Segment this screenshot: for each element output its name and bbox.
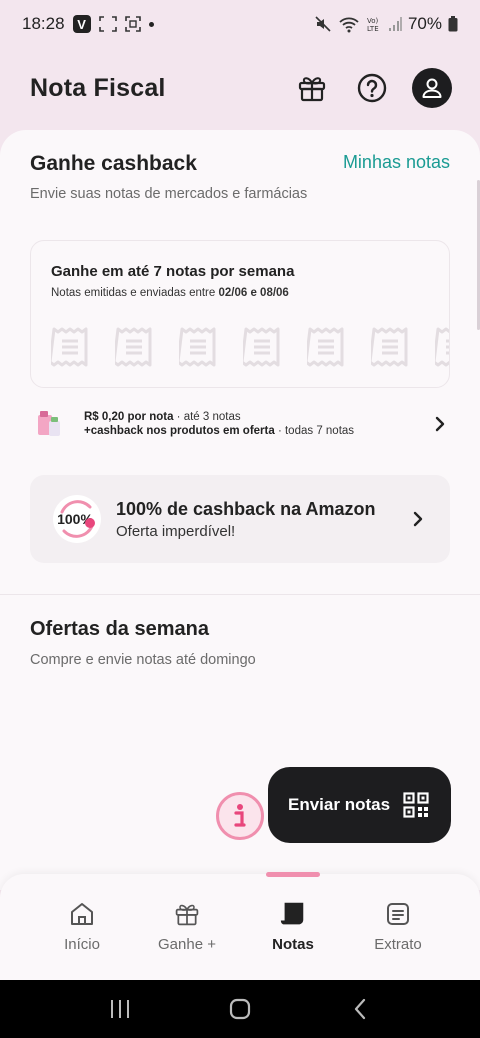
gift-icon <box>173 900 201 928</box>
send-notes-label: Enviar notas <box>288 795 391 814</box>
promo-offer-limit: · todas 7 notas <box>274 425 355 437</box>
receipt-icon <box>115 327 152 367</box>
qr-code-icon <box>403 792 429 818</box>
nav-label-extrato: Extrato <box>374 936 422 953</box>
chevron-right-icon <box>408 509 428 529</box>
week-card-subtitle: Notas emitidas e enviadas entre 02/06 e … <box>51 287 289 299</box>
gift-icon <box>298 77 326 102</box>
statement-icon <box>384 900 412 928</box>
signal-icon <box>388 16 402 32</box>
app-header: Nota Fiscal <box>0 48 480 128</box>
back-icon <box>354 998 366 1020</box>
scan-icon <box>124 16 141 32</box>
receipt-icon <box>435 327 449 367</box>
cashback-100-badge-icon: 100% <box>53 495 101 543</box>
amazon-offer-title: 100% de cashback na Amazon <box>116 498 376 519</box>
recents-icon <box>111 1000 129 1018</box>
week-card-date-range: 02/06 e 08/06 <box>218 287 289 299</box>
amazon-offer-card[interactable]: 100% 100% de cashback na Amazon Oferta i… <box>30 475 450 563</box>
cashback-title: Ganhe cashback <box>30 152 197 175</box>
week-card-title: Ganhe em até 7 notas por semana <box>51 263 295 280</box>
help-button[interactable] <box>352 68 392 108</box>
offers-subtitle: Compre e envie notas até domingo <box>30 652 256 668</box>
amazon-offer-subtitle: Oferta imperdível! <box>116 522 236 540</box>
cashback-subtitle: Envie suas notas de mercados e farmácias <box>30 186 308 202</box>
back-button[interactable] <box>345 994 375 1024</box>
screenshot-icon <box>98 16 117 32</box>
nav-item-extrato[interactable]: Extrato <box>346 900 450 953</box>
receipt-icon <box>51 327 88 367</box>
nav-label-ganhe: Ganhe + <box>158 936 216 953</box>
gift-button[interactable] <box>292 68 332 108</box>
page-title: Nota Fiscal <box>30 73 166 102</box>
battery-icon <box>448 16 458 32</box>
nav-item-notas[interactable]: Notas <box>241 900 345 953</box>
wifi-icon <box>338 15 360 33</box>
products-illustration <box>36 409 62 439</box>
volte-icon: Vo) LTE <box>366 15 382 33</box>
promo-offer-products: +cashback nos produtos em oferta <box>84 425 275 437</box>
receipt-icon <box>371 327 408 367</box>
recents-button[interactable] <box>105 994 135 1024</box>
help-icon <box>357 73 387 103</box>
receipt-icon <box>179 327 216 367</box>
mute-icon <box>314 15 332 33</box>
cashback-rules-row[interactable]: R$ 0,20 por nota · até 3 notas +cashback… <box>36 404 450 444</box>
send-notes-button[interactable]: Enviar notas <box>268 767 451 843</box>
receipt-slots <box>51 327 449 367</box>
status-time: 18:28 <box>22 14 65 33</box>
weekly-notes-card: Ganhe em até 7 notas por semana Notas em… <box>30 240 450 388</box>
svg-text:LTE: LTE <box>367 25 379 33</box>
nav-item-inicio[interactable]: Início <box>30 900 134 953</box>
profile-icon <box>422 78 442 98</box>
nav-label-inicio: Início <box>64 936 100 953</box>
battery-percent: 70% <box>407 14 442 33</box>
home-system-button[interactable] <box>225 994 255 1024</box>
dot-icon <box>148 21 154 27</box>
profile-button[interactable] <box>412 68 452 108</box>
svg-text:Vo): Vo) <box>367 17 379 25</box>
receipt-icon <box>279 900 307 928</box>
receipt-icon <box>307 327 344 367</box>
active-tab-indicator <box>266 872 320 877</box>
offers-title: Ofertas da semana <box>30 618 209 640</box>
week-card-subtitle-prefix: Notas emitidas e enviadas entre <box>51 287 219 299</box>
home-circle-icon <box>229 998 251 1020</box>
promo-per-note: R$ 0,20 por nota <box>84 411 174 423</box>
v-app-icon: V <box>72 15 91 33</box>
system-navigation-bar <box>0 980 480 1038</box>
home-icon <box>68 900 96 928</box>
cashback-rules-text: R$ 0,20 por nota · até 3 notas +cashback… <box>84 410 354 438</box>
status-bar: 18:28 V Vo) LTE 70% <box>0 0 480 48</box>
chevron-right-icon <box>430 414 450 434</box>
nav-label-notas: Notas <box>272 936 314 953</box>
section-divider <box>0 594 480 595</box>
minhas-notas-link[interactable]: Minhas notas <box>343 152 450 173</box>
bottom-navigation: Início Ganhe + Notas Extrato <box>0 872 480 980</box>
promo-per-note-limit: · até 3 notas <box>173 411 241 423</box>
info-icon <box>234 804 246 827</box>
receipt-icon <box>243 327 280 367</box>
nav-item-ganhe[interactable]: Ganhe + <box>135 900 239 953</box>
info-button[interactable] <box>216 792 264 840</box>
